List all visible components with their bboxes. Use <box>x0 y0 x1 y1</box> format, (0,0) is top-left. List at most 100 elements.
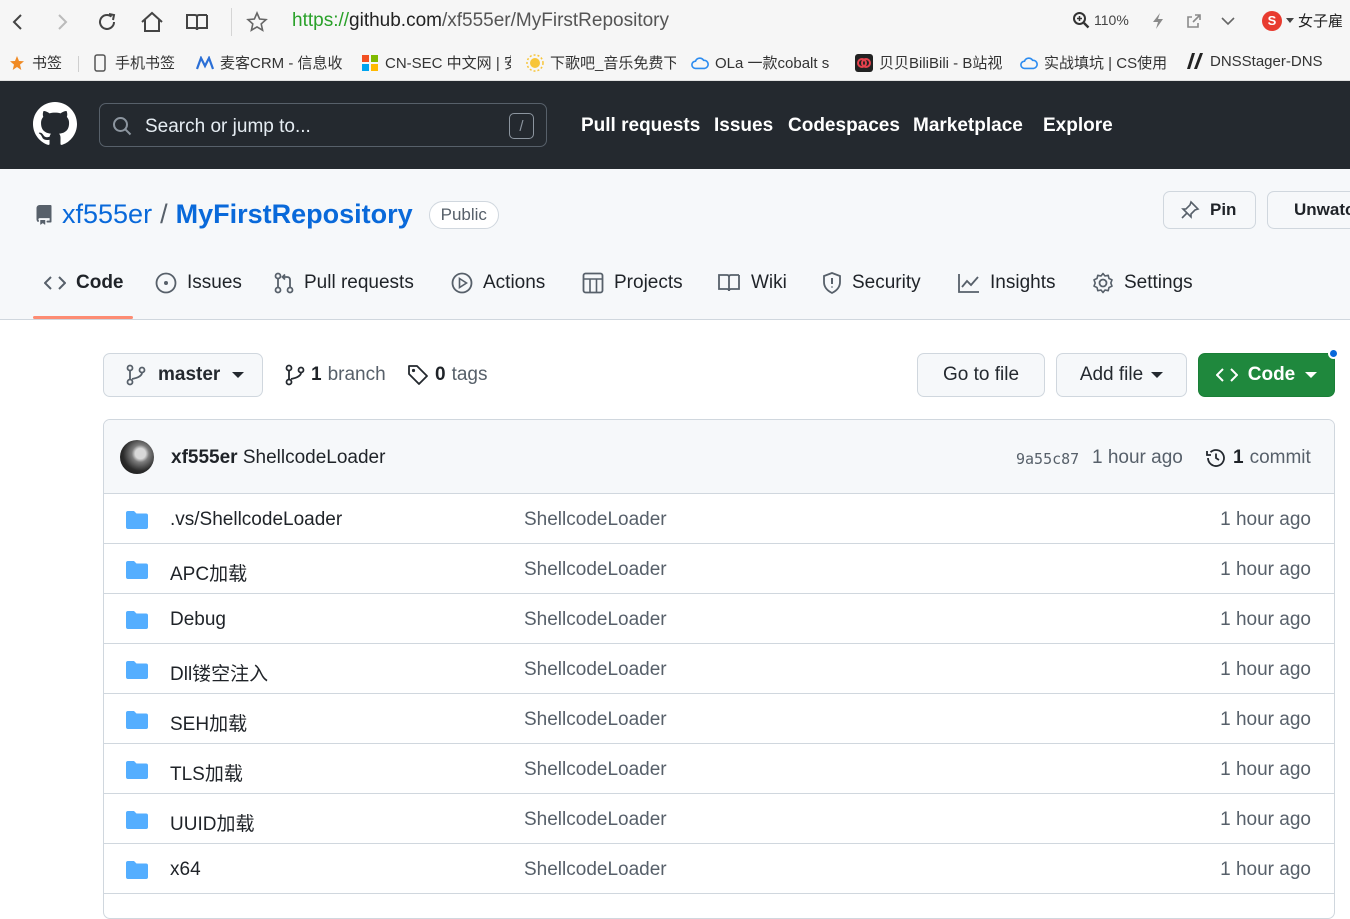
share-button[interactable] <box>1183 10 1205 32</box>
tab-label: Settings <box>1124 272 1193 293</box>
file-name-link[interactable]: APC加载 <box>170 559 247 586</box>
file-commit-message[interactable]: ShellcodeLoader <box>524 509 667 531</box>
tab-wiki[interactable]: Wiki <box>717 272 787 294</box>
file-row[interactable]: Dll镂空注入 ShellcodeLoader 1 hour ago <box>104 644 1334 694</box>
file-name-link[interactable]: Debug <box>170 609 226 631</box>
bookmark-item-bookmarks[interactable]: 书签 <box>8 52 70 73</box>
repo-name-link[interactable]: MyFirstRepository <box>176 199 413 230</box>
commit-author[interactable]: xf555er <box>171 447 238 468</box>
tab-security[interactable]: Security <box>822 272 921 294</box>
tab-issues[interactable]: Issues <box>155 272 242 294</box>
global-nav-codespaces[interactable]: Codespaces <box>788 115 900 137</box>
folder-icon <box>126 861 148 879</box>
tab-pull-requests[interactable]: Pull requests <box>274 272 414 294</box>
file-commit-message[interactable]: ShellcodeLoader <box>524 759 667 781</box>
global-nav-pull-requests[interactable]: Pull requests <box>581 115 700 137</box>
file-row[interactable]: APC加载 ShellcodeLoader 1 hour ago <box>104 544 1334 594</box>
play-icon <box>451 272 473 294</box>
file-row[interactable]: x64 ShellcodeLoader 1 hour ago <box>104 844 1334 894</box>
bookmark-item-cs[interactable]: 实战填坑 | CS使用 <box>1020 52 1170 73</box>
favorite-star-button[interactable] <box>241 6 273 38</box>
global-nav-marketplace[interactable]: Marketplace <box>913 115 1023 137</box>
avatar[interactable] <box>120 440 154 474</box>
commit-count-label: commit <box>1249 447 1311 468</box>
search-input[interactable]: Search or jump to... / <box>99 103 547 147</box>
caret-down-icon <box>1151 372 1164 378</box>
tab-code[interactable]: Code <box>44 272 124 294</box>
home-button[interactable] <box>136 6 168 38</box>
file-row[interactable]: TLS加载 ShellcodeLoader 1 hour ago <box>104 744 1334 794</box>
file-commit-message[interactable]: ShellcodeLoader <box>524 609 667 631</box>
file-name-link[interactable]: UUID加载 <box>170 809 254 836</box>
reader-button[interactable] <box>181 6 213 38</box>
pin-button[interactable]: Pin <box>1163 191 1256 229</box>
tag-label: tags <box>451 364 488 385</box>
bookmark-label: 麦客CRM - 信息收 <box>220 55 343 72</box>
code-icon <box>44 276 66 290</box>
commit-history-link[interactable]: 1 commit <box>1205 447 1311 469</box>
tab-actions[interactable]: Actions <box>451 272 545 294</box>
file-name-link[interactable]: TLS加载 <box>170 759 243 786</box>
folder-icon-wrap <box>125 760 149 785</box>
reload-button[interactable] <box>91 6 123 38</box>
file-commit-message[interactable]: ShellcodeLoader <box>524 809 667 831</box>
go-to-file-button[interactable]: Go to file <box>917 353 1045 397</box>
menu-dropdown-button[interactable] <box>1217 10 1239 32</box>
back-button[interactable] <box>2 6 34 38</box>
file-commit-message[interactable]: ShellcodeLoader <box>524 859 667 881</box>
file-name-link[interactable]: Dll镂空注入 <box>170 659 268 686</box>
bookmark-label: OLa 一款cobalt s <box>715 55 830 72</box>
file-row[interactable]: SEH加载 ShellcodeLoader 1 hour ago <box>104 694 1334 744</box>
github-logo-icon[interactable] <box>33 102 77 146</box>
star-icon <box>246 11 268 32</box>
repo-title: xf555er / MyFirstRepository Public <box>34 199 499 230</box>
file-commit-message[interactable]: ShellcodeLoader <box>524 559 667 581</box>
add-file-button[interactable]: Add file <box>1056 353 1187 397</box>
global-nav-explore[interactable]: Explore <box>1043 115 1113 137</box>
tab-settings[interactable]: Settings <box>1092 272 1193 294</box>
folder-icon-wrap <box>125 560 149 585</box>
zoom-indicator[interactable]: 110% <box>1072 11 1129 29</box>
repo-owner-link[interactable]: xf555er <box>62 199 152 230</box>
file-row[interactable]: UUID加载 ShellcodeLoader 1 hour ago <box>104 794 1334 844</box>
branches-link[interactable]: 1 branch <box>285 364 386 386</box>
tab-projects[interactable]: Projects <box>582 272 683 294</box>
file-name-link[interactable]: x64 <box>170 859 201 881</box>
folder-icon <box>126 811 148 829</box>
bookmark-item-mobile[interactable]: 手机书签 <box>91 52 183 73</box>
file-commit-message[interactable]: ShellcodeLoader <box>524 709 667 731</box>
file-name-link[interactable]: SEH加载 <box>170 709 247 736</box>
phone-icon <box>91 53 109 72</box>
profile-menu[interactable]: S 女子雇 <box>1262 10 1343 31</box>
bookmark-item-maike[interactable]: 麦客CRM - 信息收 <box>196 52 346 73</box>
bookmark-item-dnsstager[interactable]: DNSStager-DNS <box>1186 52 1350 70</box>
watch-button[interactable]: Unwatch <box>1267 191 1350 229</box>
bookmark-item-bilibili[interactable]: 贝贝BiliBili - B站视 <box>855 52 1005 73</box>
file-row[interactable]: Debug ShellcodeLoader 1 hour ago <box>104 594 1334 644</box>
bookmark-divider <box>78 56 79 72</box>
folder-icon-wrap <box>125 860 149 885</box>
speed-mode-button[interactable] <box>1147 10 1169 32</box>
tab-label: Pull requests <box>304 272 414 293</box>
bookmark-item-music[interactable]: 下歌吧_音乐免费下 <box>526 52 676 73</box>
commit-title[interactable]: ShellcodeLoader <box>243 447 386 468</box>
address-bar[interactable]: https://github.com/xf555er/MyFirstReposi… <box>292 10 669 32</box>
bookmark-item-ola[interactable]: OLa 一款cobalt s <box>691 52 841 73</box>
tab-insights[interactable]: Insights <box>958 272 1055 294</box>
bookmark-item-cnsec[interactable]: CN-SEC 中文网 | 安 <box>361 52 511 73</box>
tags-link[interactable]: 0 tags <box>407 364 488 386</box>
forward-button[interactable] <box>46 6 78 38</box>
latest-commit-message[interactable]: xf555er ShellcodeLoader <box>171 447 385 469</box>
folder-icon-wrap <box>125 810 149 835</box>
forward-arrow-icon <box>58 14 68 30</box>
branch-select-button[interactable]: master <box>103 353 263 397</box>
file-name-link[interactable]: .vs/ShellcodeLoader <box>170 509 342 531</box>
folder-icon-wrap <box>125 610 149 635</box>
global-nav-issues[interactable]: Issues <box>714 115 773 137</box>
bookmark-label: 手机书签 <box>115 55 176 72</box>
code-dropdown-button[interactable]: Code <box>1198 353 1335 397</box>
file-commit-message[interactable]: ShellcodeLoader <box>524 659 667 681</box>
file-row[interactable]: .vs/ShellcodeLoader ShellcodeLoader 1 hour… <box>104 494 1334 544</box>
branch-name: master <box>158 364 221 385</box>
commit-sha[interactable]: 9a55c87 <box>1016 450 1079 468</box>
